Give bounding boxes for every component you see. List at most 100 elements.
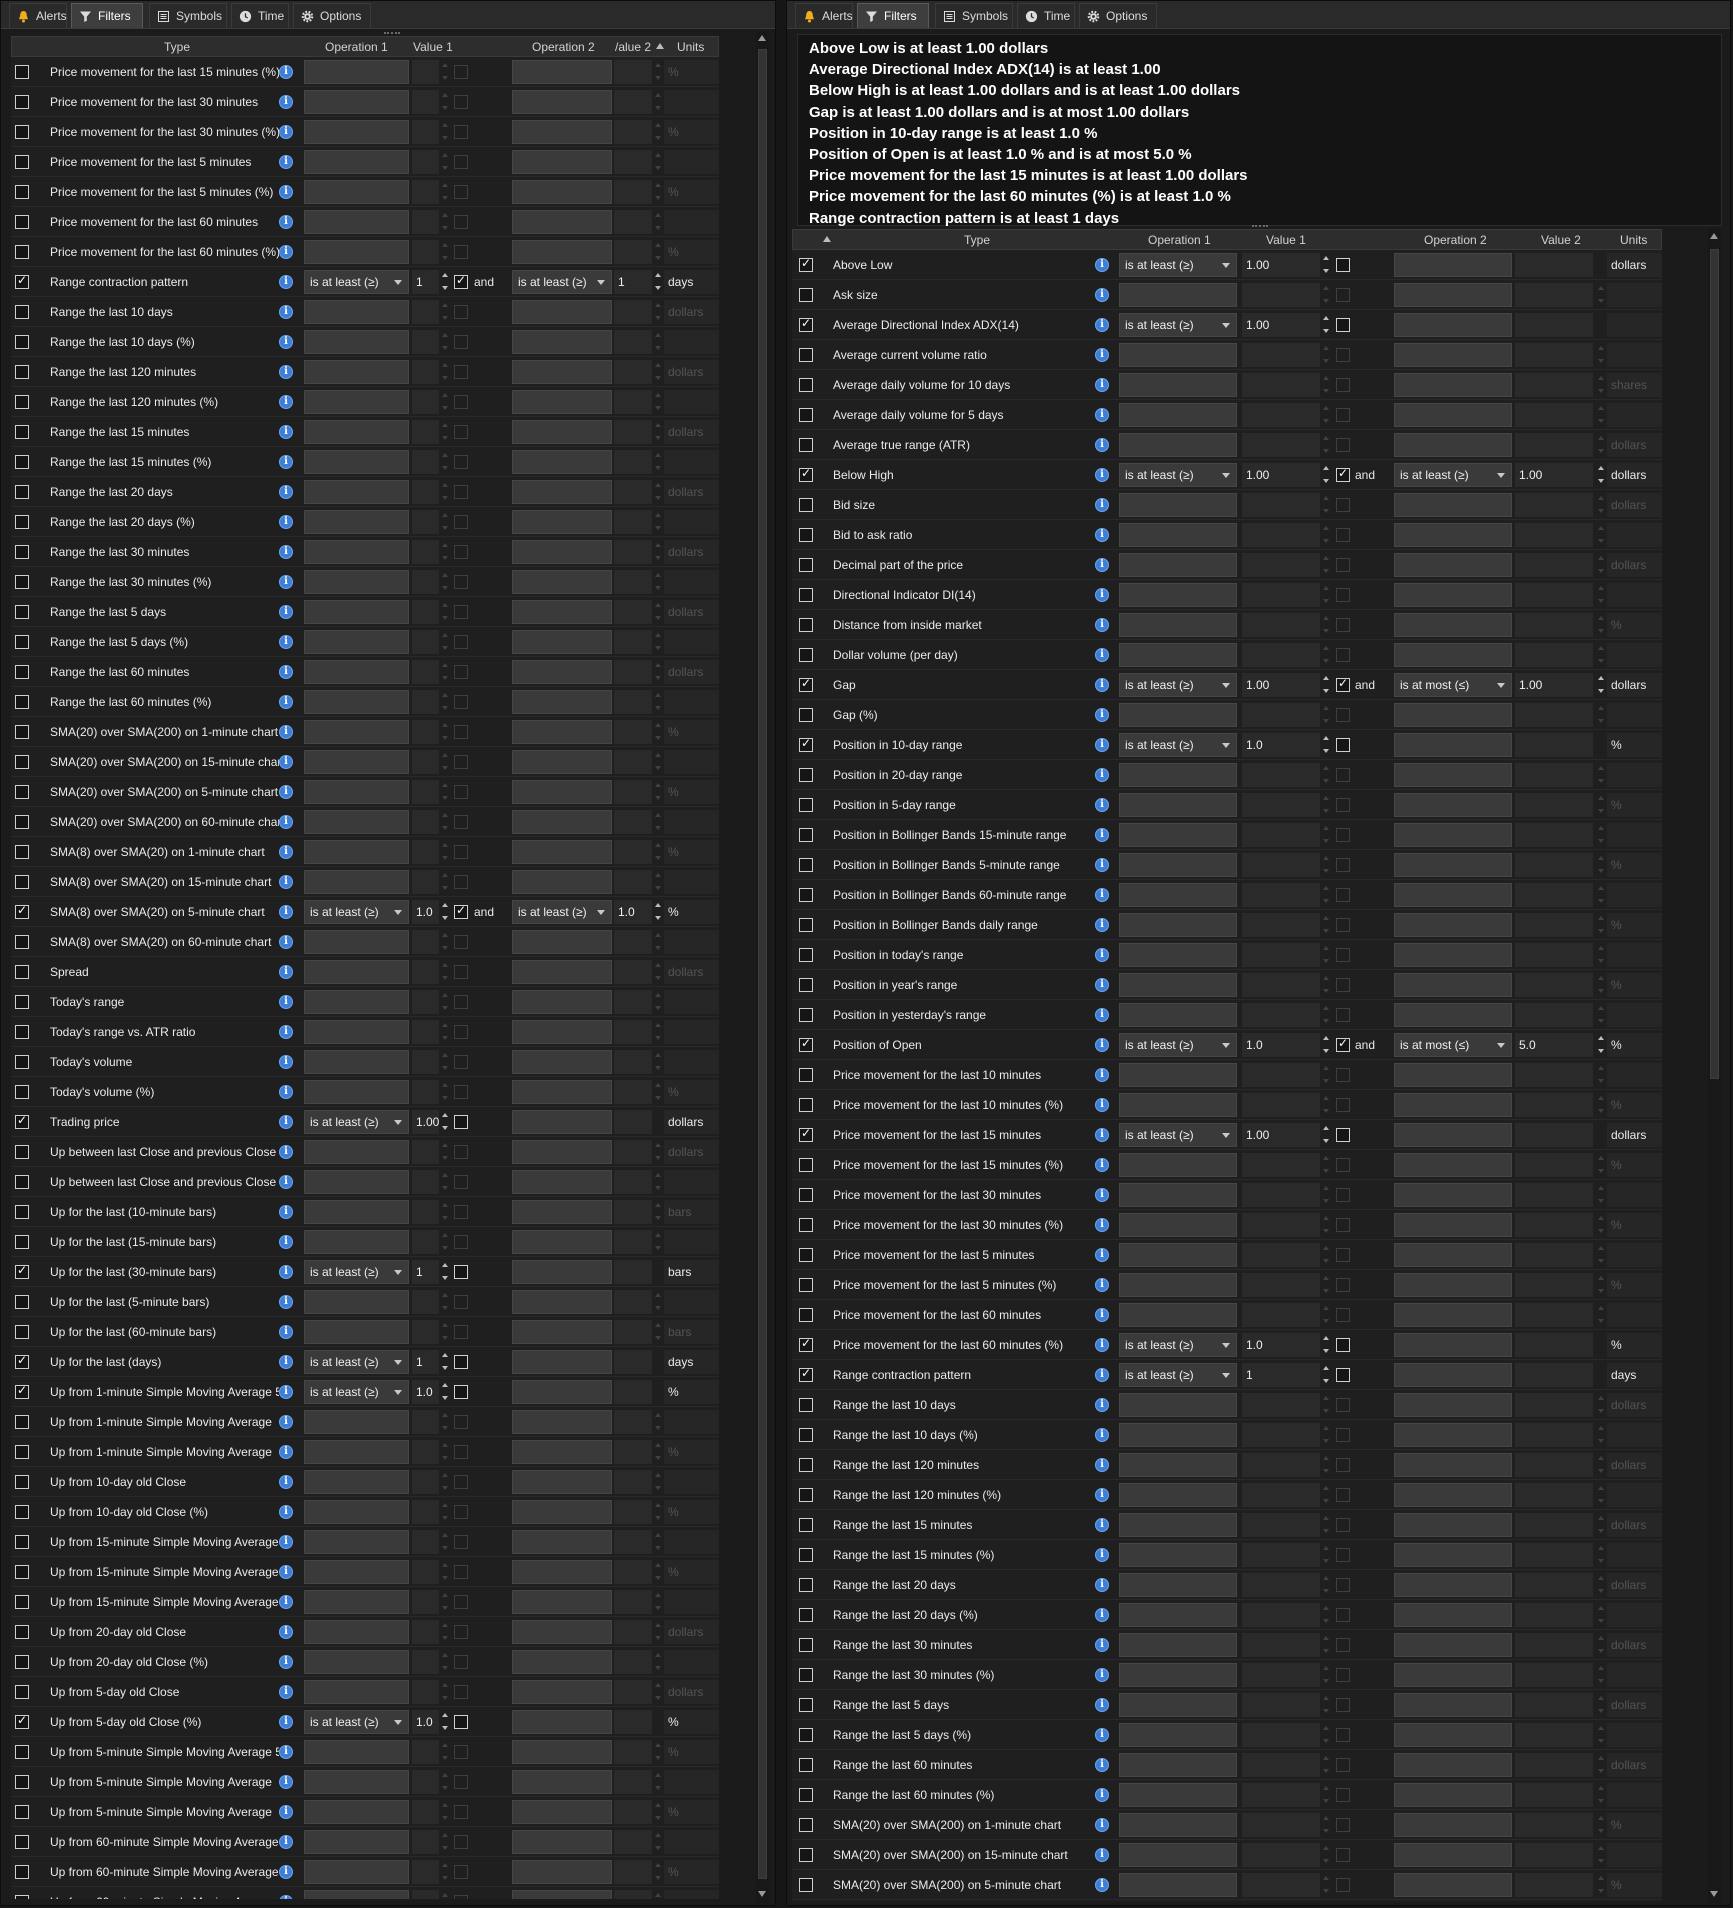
value2-spinner[interactable] — [1597, 1214, 1606, 1236]
info-icon[interactable] — [1095, 828, 1109, 842]
filter-enable-checkbox[interactable] — [799, 1878, 813, 1892]
value1-spinner[interactable] — [441, 1051, 450, 1073]
filter-enable-checkbox[interactable] — [15, 245, 29, 259]
info-icon[interactable] — [1095, 558, 1109, 572]
value2-field[interactable] — [1515, 403, 1593, 427]
value1-field[interactable] — [1242, 1663, 1320, 1687]
column-header-value2[interactable]: /alue 2 — [615, 40, 651, 54]
value1-spinner[interactable] — [441, 1351, 450, 1373]
value2-field[interactable] — [1515, 1783, 1593, 1807]
value2-field[interactable] — [614, 930, 652, 954]
and-checkbox[interactable] — [454, 1595, 468, 1609]
value1-spinner[interactable] — [441, 271, 450, 293]
filter-enable-checkbox[interactable] — [15, 815, 29, 829]
value1-field[interactable] — [1242, 1093, 1320, 1117]
value2-spinner[interactable] — [1597, 1724, 1606, 1746]
operation2-dropdown[interactable] — [1394, 1063, 1512, 1087]
and-checkbox[interactable] — [454, 815, 468, 829]
filter-enable-checkbox[interactable] — [799, 1788, 813, 1802]
value2-spinner[interactable] — [654, 451, 663, 473]
value2-spinner[interactable] — [1597, 1034, 1606, 1056]
info-icon[interactable] — [1095, 258, 1109, 272]
value2-field[interactable] — [614, 810, 652, 834]
and-checkbox[interactable] — [454, 1325, 468, 1339]
column-header-value1[interactable]: Value 1 — [1266, 233, 1306, 247]
value1-field[interactable] — [412, 1740, 439, 1764]
operation2-dropdown[interactable]: is at least (≥) — [512, 270, 612, 294]
operation2-dropdown[interactable] — [1394, 1693, 1512, 1717]
operation1-dropdown[interactable]: is at least (≥) — [304, 1380, 409, 1404]
operation2-dropdown[interactable] — [512, 480, 612, 504]
info-icon[interactable] — [1095, 588, 1109, 602]
operation2-dropdown[interactable] — [512, 630, 612, 654]
and-checkbox[interactable] — [454, 1535, 468, 1549]
and-checkbox[interactable] — [454, 1355, 468, 1369]
scrollbar-thumb[interactable] — [1710, 249, 1719, 1079]
value2-field[interactable] — [614, 1050, 652, 1074]
filter-enable-checkbox[interactable] — [799, 1188, 813, 1202]
and-checkbox[interactable] — [1336, 348, 1350, 362]
value1-field[interactable] — [412, 660, 439, 684]
value1-spinner[interactable] — [1322, 704, 1331, 726]
operation1-dropdown[interactable] — [304, 960, 409, 984]
operation2-dropdown[interactable] — [1394, 943, 1512, 967]
operation2-dropdown[interactable] — [512, 840, 612, 864]
info-icon[interactable] — [279, 725, 293, 739]
operation2-dropdown[interactable] — [512, 720, 612, 744]
operation2-dropdown[interactable] — [512, 570, 612, 594]
filter-enable-checkbox[interactable] — [799, 1728, 813, 1742]
info-icon[interactable] — [279, 185, 293, 199]
info-icon[interactable] — [279, 1895, 293, 1899]
value1-spinner[interactable] — [441, 1321, 450, 1343]
value1-spinner[interactable] — [1322, 1304, 1331, 1326]
scroll-up-icon[interactable] — [758, 35, 766, 41]
info-icon[interactable] — [279, 995, 293, 1009]
value2-field[interactable] — [1515, 1363, 1593, 1387]
value1-field[interactable] — [412, 1080, 439, 1104]
value2-field[interactable] — [1515, 1513, 1593, 1537]
value1-field[interactable] — [1242, 523, 1320, 547]
operation1-dropdown[interactable] — [1119, 1723, 1237, 1747]
and-checkbox[interactable] — [454, 1895, 468, 1899]
value1-field[interactable] — [1242, 943, 1320, 967]
value2-spinner[interactable] — [654, 1081, 663, 1103]
and-checkbox[interactable] — [454, 95, 468, 109]
value2-spinner[interactable] — [654, 1861, 663, 1883]
filter-enable-checkbox[interactable] — [15, 1713, 29, 1729]
value1-spinner[interactable] — [441, 481, 450, 503]
value2-spinner[interactable] — [654, 931, 663, 953]
operation2-dropdown[interactable] — [1394, 613, 1512, 637]
and-checkbox[interactable] — [454, 1505, 468, 1519]
value2-spinner[interactable] — [654, 1831, 663, 1853]
value2-field[interactable] — [614, 1200, 652, 1224]
and-checkbox[interactable] — [454, 635, 468, 649]
value2-spinner[interactable] — [1597, 494, 1606, 516]
info-icon[interactable] — [279, 605, 293, 619]
value2-spinner[interactable] — [654, 871, 663, 893]
value1-spinner[interactable] — [441, 871, 450, 893]
operation2-dropdown[interactable]: is at least (≥) — [1394, 463, 1512, 487]
value1-spinner[interactable] — [1322, 1514, 1331, 1536]
value2-spinner[interactable] — [1597, 1574, 1606, 1596]
operation1-dropdown[interactable] — [304, 1860, 409, 1884]
operation2-dropdown[interactable] — [1394, 763, 1512, 787]
operation1-dropdown[interactable] — [1119, 973, 1237, 997]
value2-spinner[interactable] — [654, 661, 663, 683]
operation1-dropdown[interactable]: is at least (≥) — [304, 1710, 409, 1734]
value2-field[interactable] — [614, 840, 652, 864]
operation1-dropdown[interactable] — [304, 180, 409, 204]
value1-spinner[interactable] — [1322, 344, 1331, 366]
and-checkbox[interactable] — [454, 903, 468, 919]
value2-field[interactable] — [1515, 1753, 1593, 1777]
filter-enable-checkbox[interactable] — [15, 665, 29, 679]
value2-spinner[interactable] — [654, 1411, 663, 1433]
operation1-dropdown[interactable] — [304, 300, 409, 324]
and-checkbox[interactable] — [454, 1415, 468, 1429]
and-checkbox[interactable] — [454, 1115, 468, 1129]
value1-spinner[interactable] — [441, 361, 450, 383]
info-icon[interactable] — [1095, 1698, 1109, 1712]
value2-field[interactable] — [614, 1530, 652, 1554]
value2-field[interactable] — [614, 1710, 652, 1734]
filter-enable-checkbox[interactable] — [15, 635, 29, 649]
info-icon[interactable] — [1095, 378, 1109, 392]
